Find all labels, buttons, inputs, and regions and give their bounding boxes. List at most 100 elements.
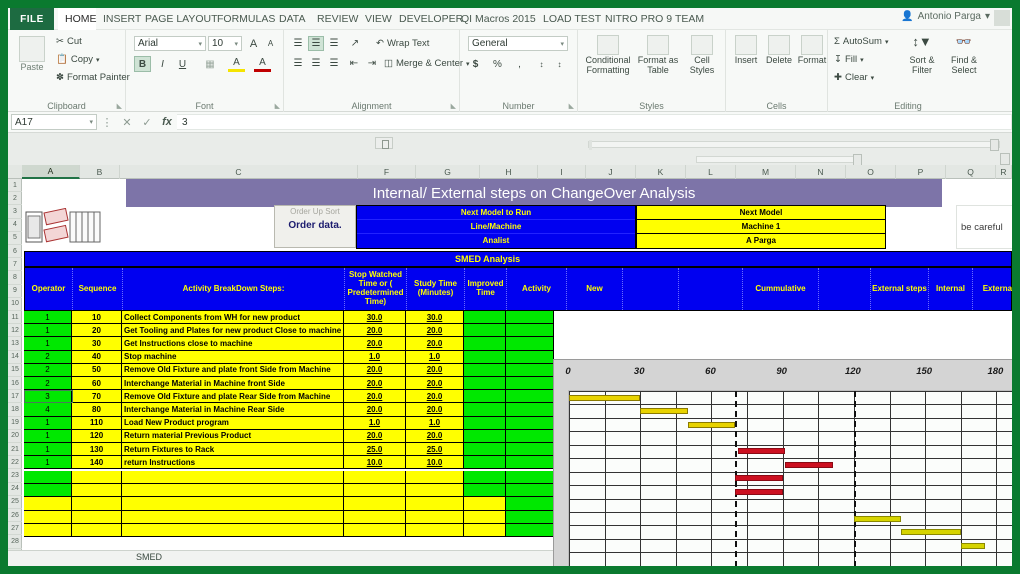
cell-extra[interactable]: [506, 311, 554, 325]
cell-sequence[interactable]: 110: [72, 416, 122, 430]
cell-activity[interactable]: return Instructions: [122, 456, 344, 470]
row-header[interactable]: 15: [8, 364, 22, 377]
horizontal-scrollbar-top[interactable]: [588, 139, 1000, 151]
column-header-F[interactable]: F: [358, 165, 416, 179]
column-header-A[interactable]: A: [22, 165, 80, 179]
row-header[interactable]: 9: [8, 285, 22, 298]
cell-sequence[interactable]: 140: [72, 456, 122, 470]
cell-extra[interactable]: [506, 403, 554, 417]
cell-extra[interactable]: [506, 416, 554, 430]
cell-study-time[interactable]: 20.0: [406, 403, 464, 417]
cell-study-time[interactable]: 1.0: [406, 350, 464, 364]
formula-input[interactable]: 3: [177, 114, 1012, 130]
cell-extra[interactable]: [506, 456, 554, 470]
cell-extra[interactable]: [506, 390, 554, 404]
column-header-O[interactable]: O: [846, 165, 896, 179]
cell-extra[interactable]: [506, 377, 554, 391]
row-header[interactable]: 20: [8, 430, 22, 443]
cell-activity[interactable]: Load New Product program: [122, 416, 344, 430]
cell-improved[interactable]: [464, 337, 506, 351]
table-row[interactable]: 1 30 Get Instructions close to machine 20.0…: [24, 337, 1012, 351]
cell-blank[interactable]: [464, 484, 506, 498]
cell-operator[interactable]: 1: [24, 429, 72, 443]
cell-styles-button[interactable]: Cell Styles: [682, 35, 722, 75]
cell-blank[interactable]: [122, 497, 344, 511]
row-header[interactable]: 22: [8, 456, 22, 470]
cell-blank[interactable]: [24, 497, 72, 511]
cell-blank[interactable]: [464, 523, 506, 537]
tab-developer[interactable]: DEVELOPER: [392, 8, 463, 30]
tab-team[interactable]: TEAM: [668, 8, 708, 30]
cell-study-time[interactable]: 20.0: [406, 337, 464, 351]
cell-sequence[interactable]: 40: [72, 350, 122, 364]
cell-extra[interactable]: [506, 429, 554, 443]
number-format-select[interactable]: General ▾: [468, 36, 568, 51]
paste-button[interactable]: Paste: [12, 36, 52, 73]
cell-operator[interactable]: 1: [24, 416, 72, 430]
cell-blank[interactable]: [72, 471, 122, 485]
copy-button[interactable]: 📋 Copy ▾: [56, 54, 100, 65]
tab-formulas[interactable]: FORMULAS: [210, 8, 275, 30]
cell-activity[interactable]: Remove Old Fixture and plate Rear Side f…: [122, 390, 344, 404]
cell-blank[interactable]: [464, 497, 506, 511]
cell-blank[interactable]: [506, 523, 554, 537]
row-header[interactable]: 8: [8, 271, 22, 285]
tab-review[interactable]: REVIEW: [310, 8, 358, 30]
row-header[interactable]: 17: [8, 390, 22, 404]
row-header[interactable]: 23: [8, 469, 22, 483]
tab-view[interactable]: VIEW: [358, 8, 392, 30]
cell-study-time[interactable]: 1.0: [406, 416, 464, 430]
column-header-Q[interactable]: Q: [946, 165, 996, 179]
cell-blank[interactable]: [406, 471, 464, 485]
cell-blank[interactable]: [122, 484, 344, 498]
cell-blank[interactable]: [344, 523, 406, 537]
comma-button[interactable]: ,: [512, 56, 527, 72]
cell-blank[interactable]: [464, 471, 506, 485]
vertical-scroll-thumb[interactable]: [1000, 153, 1010, 165]
cell-stop-time[interactable]: 20.0: [344, 429, 406, 443]
row-header[interactable]: 10: [8, 298, 22, 311]
order-data-button[interactable]: Order Up Sort Order data.: [274, 205, 356, 248]
cell-blank[interactable]: [506, 510, 554, 524]
cell-operator[interactable]: 1: [24, 311, 72, 325]
cell-sequence[interactable]: 120: [72, 429, 122, 443]
cell-blank[interactable]: [24, 484, 72, 498]
alignment-dialog-launcher[interactable]: ◣: [451, 102, 456, 110]
confirm-entry-button[interactable]: ✓: [137, 116, 157, 129]
cell-blank[interactable]: [344, 471, 406, 485]
table-row[interactable]: 1 20 Get Tooling and Plates for new produc…: [24, 324, 1012, 338]
cell-blank[interactable]: [24, 523, 72, 537]
ribbon-options-button[interactable]: [994, 10, 1010, 26]
cell-stop-time[interactable]: 1.0: [344, 416, 406, 430]
row-header[interactable]: 7: [8, 258, 22, 272]
horizontal-scrollbar-secondary[interactable]: [696, 154, 862, 166]
column-header-B[interactable]: B: [80, 165, 120, 179]
cell-activity[interactable]: Get Instructions close to machine: [122, 337, 344, 351]
gantt-bar[interactable]: [687, 421, 736, 428]
cell-improved[interactable]: [464, 403, 506, 417]
gantt-chart[interactable]: 0 30 60 90 120 150 180: [553, 359, 1012, 566]
cell-activity[interactable]: Return material Previous Product: [122, 429, 344, 443]
tab-page-layout[interactable]: PAGE LAYOUT: [138, 8, 218, 30]
row-header[interactable]: 28: [8, 535, 22, 549]
format-as-table-button[interactable]: Format as Table: [636, 35, 680, 75]
cell-blank[interactable]: [506, 484, 554, 498]
bold-button[interactable]: B: [134, 56, 151, 72]
row-header[interactable]: 14: [8, 351, 22, 364]
decrease-indent-icon[interactable]: ⇤: [346, 56, 362, 71]
orientation-icon[interactable]: ↗: [346, 36, 364, 51]
row-header[interactable]: 21: [8, 443, 22, 457]
cell-sequence[interactable]: 60: [72, 377, 122, 391]
cell-blank[interactable]: [72, 484, 122, 498]
cell-sequence[interactable]: 20: [72, 324, 122, 338]
cell-study-time[interactable]: 20.0: [406, 429, 464, 443]
align-right-icon[interactable]: ☰: [326, 56, 342, 71]
cell-blank[interactable]: [406, 510, 464, 524]
font-color-button[interactable]: A: [254, 56, 271, 72]
cell-study-time[interactable]: 20.0: [406, 390, 464, 404]
delete-cells-button[interactable]: Delete: [762, 35, 796, 66]
tab-file[interactable]: FILE: [10, 8, 54, 30]
value-machine[interactable]: Machine 1: [637, 220, 885, 234]
cell-activity[interactable]: Collect Components from WH for new produ…: [122, 311, 344, 325]
row-header[interactable]: 4: [8, 219, 22, 232]
